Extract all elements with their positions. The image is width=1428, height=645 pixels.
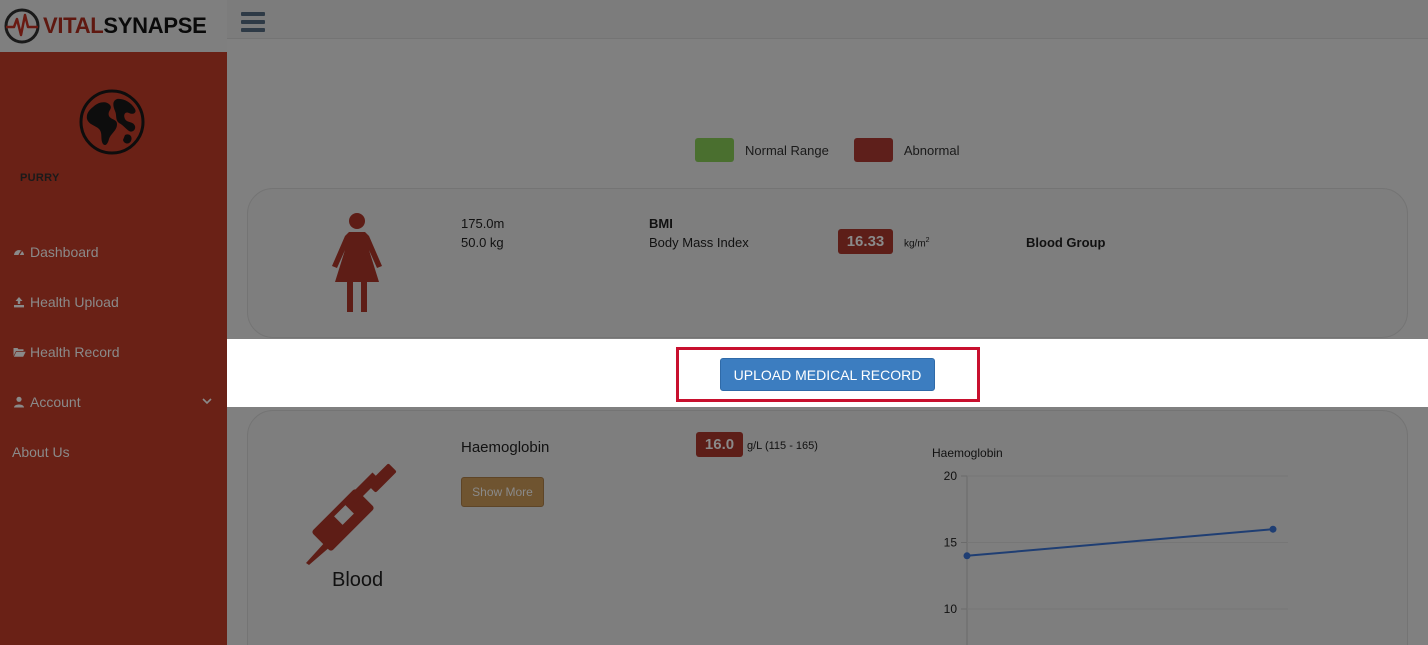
bmi-unit-text: kg/m [904,238,926,250]
user-icon [12,395,26,409]
legend-label-normal: Normal Range [745,142,829,158]
sidebar-item-label: Health Upload [30,294,119,310]
test-unit-range: g/L (115 - 165) [747,440,818,452]
sidebar-item-account[interactable]: Account [0,377,227,427]
username: PURRY [20,172,60,184]
female-figure-icon [332,213,382,312]
sidebar-item-label: Account [30,394,81,410]
app-root: VITALSYNAPSE PURRY Dashboard Health Uplo… [0,0,1428,645]
globe-avatar-icon [79,89,145,155]
bmi-unit: kg/m2 [904,237,930,249]
legend-label-abnormal: Abnormal [903,142,960,158]
brand-part-vital: VITAL [43,13,104,38]
sidebar-item-label: Dashboard [30,244,99,260]
profile-card: 175.0m 50.0 kg BMI Body Mass Index 16.33… [247,188,1408,338]
bmi-description: Body Mass Index [649,235,749,250]
brand-part-synapse: SYNAPSE [103,13,207,38]
blood-card: Blood Haemoglobin 16.0 g/L (115 - 165) S… [247,410,1408,645]
brand-name: VITALSYNAPSE [43,13,207,39]
chevron-down-icon[interactable] [201,395,213,407]
sidebar-item-label: Health Record [30,344,120,360]
upload-strip: UPLOAD MEDICAL RECORD [227,339,1428,407]
y-tick-label: 10 [944,602,958,616]
upload-medical-record-button[interactable]: UPLOAD MEDICAL RECORD [720,358,935,391]
weight-value: 50.0 kg [461,235,504,250]
height-value: 175.0m [461,216,505,231]
y-tick-label: 20 [944,469,958,483]
sidebar-item-health-record[interactable]: Health Record [0,327,227,377]
hamburger-menu-icon[interactable] [241,12,265,32]
bmi-value-badge: 16.33 [838,229,893,254]
syringe-icon [306,463,397,565]
show-more-button[interactable]: Show More [461,477,544,507]
legend-swatch-normal [695,138,734,162]
blood-category-label: Blood [332,569,384,591]
legend: Normal Range Abnormal [695,138,984,162]
blood-group-label: Blood Group [1026,235,1106,250]
data-point [1269,525,1277,533]
legend-swatch-abnormal [853,138,893,162]
top-bar [227,0,1428,39]
test-value-badge: 16.0 [696,432,743,457]
dashboard-icon [12,245,26,259]
sidebar-item-about-us[interactable]: About Us [0,427,227,477]
sidebar: PURRY Dashboard Health Upload Health Rec… [0,52,227,645]
folder-open-icon [12,345,26,359]
test-name: Haemoglobin [461,439,550,456]
sidebar-item-label: About Us [12,444,70,460]
y-tick-label: 15 [944,536,958,550]
heartbeat-logo-icon [4,8,40,44]
data-point [963,552,971,560]
haemoglobin-line-chart: 20 15 10 [944,469,1288,645]
logo[interactable]: VITALSYNAPSE [0,0,227,52]
sidebar-item-health-upload[interactable]: Health Upload [0,277,227,327]
bmi-unit-exponent: 2 [925,237,930,244]
bmi-title: BMI [649,216,673,231]
sidebar-item-dashboard[interactable]: Dashboard [0,227,227,277]
sidebar-nav: Dashboard Health Upload Health Record Ac… [0,227,227,477]
chart-title: Haemoglobin [932,446,1003,460]
upload-icon [12,295,26,309]
